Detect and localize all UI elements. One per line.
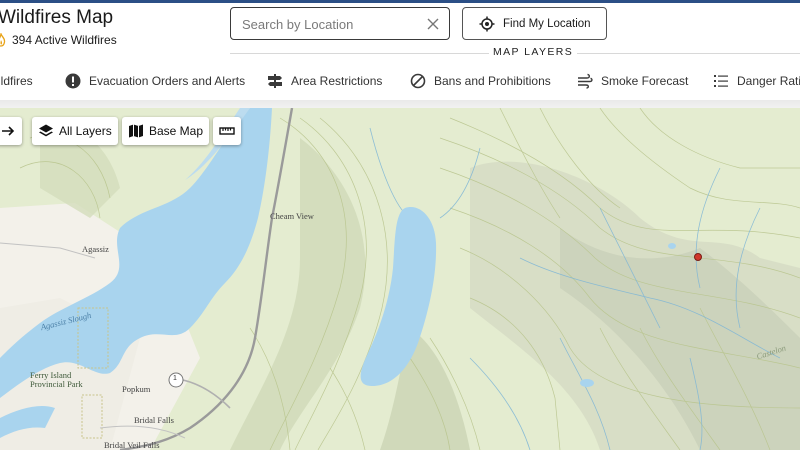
wildfire-map[interactable]: Cheam View Agassiz Agassiz Slough Ferry …	[0, 108, 800, 450]
search-box	[230, 7, 450, 40]
alert-icon	[65, 73, 81, 89]
map-layers-heading: MAP LAYERS	[0, 46, 800, 60]
map-label-agassiz: Agassiz	[82, 244, 109, 254]
tab-wildfires-label: ildfires	[0, 74, 33, 88]
tab-danger-rating-label: Danger Ratin	[737, 74, 800, 88]
tab-wildfires[interactable]: ildfires	[0, 70, 33, 92]
find-my-location-button[interactable]: Find My Location	[462, 7, 607, 40]
tab-bans-prohibitions[interactable]: Bans and Prohibitions	[410, 70, 551, 92]
flame-icon	[0, 33, 6, 47]
map-label-popkum: Popkum	[122, 384, 151, 394]
pond	[580, 379, 594, 387]
collapse-panel-button[interactable]	[0, 117, 22, 145]
measure-button[interactable]	[213, 117, 241, 145]
close-icon[interactable]	[425, 16, 441, 32]
list-icon	[714, 75, 728, 87]
arrow-right-icon	[2, 126, 15, 136]
search-input[interactable]	[242, 14, 417, 34]
map-layers-title: MAP LAYERS	[489, 46, 578, 58]
map-layers-bar: ildfires Evacuation Orders and Alerts Ar…	[0, 64, 800, 98]
tab-smoke-forecast[interactable]: Smoke Forecast	[577, 70, 688, 92]
find-my-location-label: Find My Location	[503, 17, 591, 30]
active-wildfire-count: 394 Active Wildfires	[0, 33, 117, 47]
tab-evacuation-orders[interactable]: Evacuation Orders and Alerts	[65, 70, 245, 92]
highway-shield-number: 1	[173, 375, 177, 382]
base-map-label: Base Map	[149, 124, 204, 138]
active-wildfire-count-text: 394 Active Wildfires	[12, 33, 117, 47]
map-label-provincial-park: Provincial Park	[30, 379, 83, 389]
crosshair-icon	[479, 16, 495, 31]
topographic-base-map	[0, 108, 800, 450]
wildfire-marker	[694, 253, 702, 261]
tab-smoke-forecast-label: Smoke Forecast	[601, 74, 689, 88]
tab-danger-rating[interactable]: Danger Ratin	[713, 70, 800, 92]
signpost-icon	[268, 74, 282, 88]
smoke-icon	[578, 73, 593, 89]
map-label-cheam-view: Cheam View	[270, 211, 314, 221]
ruler-icon	[219, 127, 235, 135]
map-label-bridal-veil-falls: Bridal Veil Falls	[104, 440, 160, 450]
ban-icon	[410, 73, 426, 89]
map-icon	[129, 124, 143, 138]
tab-area-restrictions-label: Area Restrictions	[291, 74, 383, 88]
all-layers-label: All Layers	[59, 124, 112, 138]
tab-bans-prohibitions-label: Bans and Prohibitions	[434, 74, 551, 88]
layers-icon	[39, 124, 53, 137]
page-title: Wildfires Map	[0, 7, 114, 28]
map-label-bridal-falls: Bridal Falls	[134, 415, 174, 425]
tab-evacuation-orders-label: Evacuation Orders and Alerts	[89, 74, 246, 88]
all-layers-button[interactable]: All Layers	[32, 117, 118, 145]
tab-area-restrictions[interactable]: Area Restrictions	[267, 70, 382, 92]
base-map-button[interactable]: Base Map	[122, 117, 210, 145]
pond	[668, 243, 676, 249]
